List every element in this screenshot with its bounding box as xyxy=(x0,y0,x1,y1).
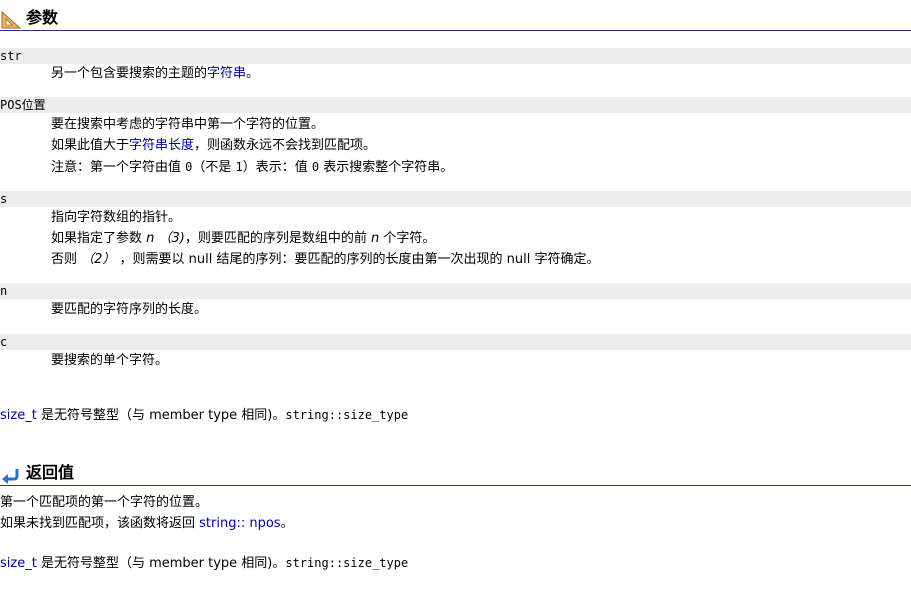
triangle-ruler-icon xyxy=(1,10,22,29)
param-c-desc: 要搜索的单个字符。 xyxy=(51,353,169,368)
s-line2-c: ，则要匹配的序列是数组中的前 xyxy=(184,231,371,246)
size-t-link-2[interactable]: size_t xyxy=(0,556,37,571)
return-line2-end: 。 xyxy=(280,516,294,531)
param-str-name: str xyxy=(0,48,911,64)
size-t-link[interactable]: size_t xyxy=(0,408,37,423)
string-link[interactable]: 字符串 xyxy=(207,66,246,81)
npos-link[interactable]: string:: npos xyxy=(199,516,280,531)
s-line2-e: 个字符。 xyxy=(379,231,436,246)
pos-line2-end: ，则函数永远不会找到匹配项。 xyxy=(194,138,377,153)
param-c-name: c xyxy=(0,334,911,350)
param-n-name: n xyxy=(0,283,911,299)
param-pos-line1: 要在搜索中考虑的字符串中第一个字符的位置。 xyxy=(51,117,325,132)
param-str-desc: 另一个包含要搜索的主题的字符串。 xyxy=(51,65,259,83)
param-s-name: s xyxy=(0,191,911,207)
parameters-title: 参数 xyxy=(26,8,59,27)
pos-line2-text: 如果此值大于 xyxy=(51,138,130,153)
size-note-code: string::size_type xyxy=(285,408,409,422)
param-s-line2: 如果指定了参数 n （3)，则要匹配的序列是数组中的前 n 个字符。 xyxy=(51,230,435,248)
return-value-title: 返回值 xyxy=(26,463,75,482)
s-line2-n: n xyxy=(371,231,380,246)
s-line3-c: ，则需要以 null 结尾的序列：要匹配的序列的长度由第一次出现的 null 字… xyxy=(115,252,600,267)
s-line3-a: 否则 xyxy=(51,252,82,267)
size-note-text: 是无符号整型（与 member type 相同)。 xyxy=(36,408,286,423)
return-size-note: size_t 是无符号整型（与 member type 相同)。string::… xyxy=(0,554,408,573)
s-line3-two: （2） xyxy=(81,252,116,267)
return-line1: 第一个匹配项的第一个字符的位置。 xyxy=(0,495,209,510)
s-line2-a: 如果指定了参数 xyxy=(51,231,147,246)
param-pos-line2: 如果此值大于字符串长度，则函数永远不会找到匹配项。 xyxy=(51,137,376,155)
param-pos-line3: 注意：第一个字符由值 0（不是 1）表示：值 0 表示搜索整个字符串。 xyxy=(51,158,453,177)
pos-line3-e: ）表示：值 xyxy=(242,160,312,175)
parameters-header: 参数 xyxy=(0,6,911,31)
s-line2-n3: n （3) xyxy=(146,231,185,246)
pos-line3-g: 表示搜索整个字符串。 xyxy=(319,160,454,175)
str-desc-end: 。 xyxy=(246,66,260,81)
param-pos-name: POS位置 xyxy=(0,97,911,113)
param-n-desc: 要匹配的字符序列的长度。 xyxy=(51,302,208,317)
return-value-header: 返回值 xyxy=(0,461,911,486)
return-arrow-icon xyxy=(2,469,19,484)
return-line2: 如果未找到匹配项，该函数将返回 string:: npos。 xyxy=(0,515,294,533)
return-line2-text: 如果未找到匹配项，该函数将返回 xyxy=(0,516,200,531)
pos-line3-a: 注意：第一个字符由值 xyxy=(51,160,186,175)
param-s-line3: 否则 （2） ，则需要以 null 结尾的序列：要匹配的序列的长度由第一次出现的… xyxy=(51,251,600,269)
param-size-note: size_t 是无符号整型（与 member type 相同)。string::… xyxy=(0,406,408,425)
return-size-note-text: 是无符号整型（与 member type 相同)。 xyxy=(36,556,286,571)
return-size-note-code: string::size_type xyxy=(285,556,409,570)
param-s-line1: 指向字符数组的指针。 xyxy=(51,210,182,225)
string-length-link[interactable]: 字符串长度 xyxy=(129,138,194,153)
str-desc-text: 另一个包含要搜索的主题的 xyxy=(51,66,208,81)
pos-line3-one: 1 xyxy=(235,160,243,174)
pos-line3-c: （不是 xyxy=(192,160,236,175)
